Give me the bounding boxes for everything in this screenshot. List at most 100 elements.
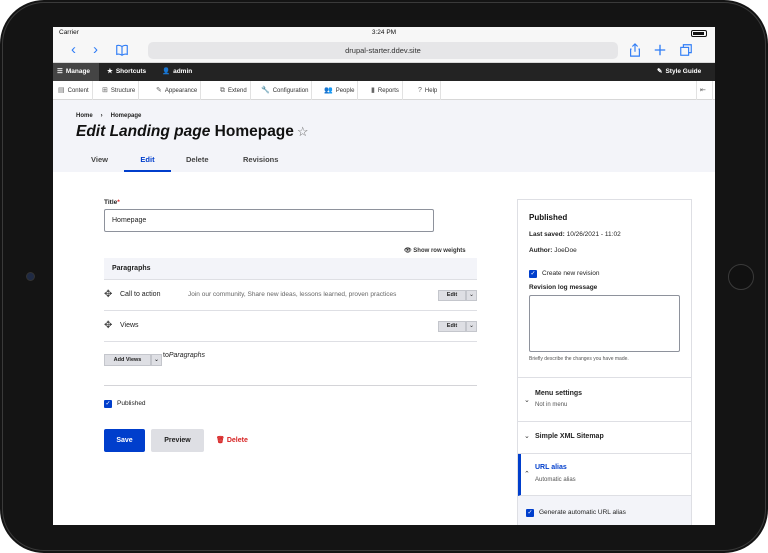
tabs-icon[interactable] bbox=[679, 43, 693, 57]
revision-log-textarea[interactable] bbox=[529, 295, 680, 352]
user-label: admin bbox=[173, 68, 193, 75]
home-button[interactable] bbox=[728, 264, 754, 290]
page-title-name: Homepage bbox=[214, 123, 294, 140]
tab-edit[interactable]: Edit bbox=[124, 154, 171, 172]
url-alias-summary: Automatic alias bbox=[535, 477, 576, 483]
menu-settings-summary: Not in menu bbox=[535, 402, 568, 408]
puzzle-icon: ⧉ bbox=[220, 87, 225, 94]
menu-item-reports[interactable]: ▮ Reports bbox=[368, 81, 403, 100]
published-checkbox[interactable]: ✓ bbox=[104, 400, 112, 408]
author: Author: JoeDoe bbox=[529, 247, 577, 254]
chevron-down-icon: ⌄ bbox=[524, 397, 530, 404]
new-tab-icon[interactable] bbox=[653, 43, 667, 57]
admin-menu-tray: ▤ Content ⊞ Structure ✎ Appearance ⧉ Extend … bbox=[53, 81, 715, 100]
row-weights-label: Show row weights bbox=[413, 248, 466, 254]
menu-item-extend[interactable]: ⧉ Extend bbox=[217, 81, 251, 100]
edit-button[interactable]: Edit bbox=[438, 290, 466, 301]
page-header: Home › Homepage Edit Landing page Homepage… bbox=[53, 100, 715, 172]
title-input[interactable]: Homepage bbox=[104, 209, 434, 232]
author-label: Author: bbox=[529, 247, 553, 254]
xml-sitemap-title: Simple XML Sitemap bbox=[535, 433, 604, 440]
last-saved: Last saved: 10/26/2021 - 11:02 bbox=[529, 231, 621, 238]
chevron-down-icon: ⌄ bbox=[524, 433, 530, 440]
style-guide-button[interactable]: ✎ Style Guide bbox=[653, 63, 701, 81]
structure-icon: ⊞ bbox=[102, 87, 108, 94]
edit-dropdown-toggle[interactable]: ⌄ bbox=[466, 290, 477, 301]
menu-label: Content bbox=[67, 88, 89, 94]
chevron-up-icon: ⌃ bbox=[524, 471, 530, 478]
share-icon[interactable] bbox=[628, 43, 642, 57]
add-dropdown-toggle[interactable]: ⌄ bbox=[151, 354, 162, 366]
help-icon: ? bbox=[418, 87, 422, 94]
generate-alias-label: Generate automatic URL alias bbox=[539, 509, 626, 516]
edit-icon: ✎ bbox=[657, 68, 663, 75]
clock: 3:24 PM bbox=[371, 29, 397, 36]
paragraph-summary: Join our community, Share new ideas, les… bbox=[188, 291, 397, 298]
title-label-text: Title bbox=[104, 199, 118, 206]
preview-button[interactable]: Preview bbox=[151, 429, 204, 452]
wrench-icon: 🔧 bbox=[261, 87, 270, 94]
drag-handle-icon[interactable]: ✥ bbox=[104, 320, 112, 331]
create-revision-label: Create new revision bbox=[542, 270, 600, 277]
manage-button[interactable]: ☰ Manage bbox=[53, 63, 99, 81]
last-saved-label: Last saved: bbox=[529, 231, 565, 238]
edit-dropdown-toggle[interactable]: ⌄ bbox=[466, 321, 477, 332]
author-value: JoeDoe bbox=[554, 247, 577, 254]
delete-button[interactable]: 🗑 Delete bbox=[216, 429, 248, 452]
tab-delete[interactable]: Delete bbox=[186, 154, 209, 172]
style-guide-label: Style Guide bbox=[665, 68, 702, 75]
drag-handle-icon[interactable]: ✥ bbox=[104, 289, 112, 300]
breadcrumb-current[interactable]: Homepage bbox=[111, 113, 142, 119]
back-icon[interactable]: ‹ bbox=[71, 42, 76, 58]
address-bar[interactable]: drupal-starter.ddev.site bbox=[148, 42, 618, 59]
paragraph-row: ✥ Views Edit ⌄ bbox=[104, 311, 477, 342]
menu-label: People bbox=[335, 88, 355, 94]
forward-icon[interactable]: › bbox=[93, 42, 98, 58]
menu-icon: ☰ bbox=[57, 68, 63, 75]
show-row-weights-link[interactable]: 👁 Show row weights bbox=[404, 247, 466, 254]
menu-label: Structure bbox=[110, 88, 136, 94]
create-revision-checkbox[interactable]: ✓ bbox=[529, 270, 537, 278]
url-alias-section[interactable]: ⌃ URL alias Automatic alias bbox=[518, 454, 691, 496]
save-button[interactable]: Save bbox=[104, 429, 145, 452]
menu-item-configuration[interactable]: 🔧 Configuration bbox=[258, 81, 313, 100]
shortcuts-button[interactable]: ★ Shortcuts bbox=[103, 63, 146, 81]
paragraph-name: Views bbox=[120, 322, 139, 329]
admin-toolbar: ☰ Manage ★ Shortcuts 👤 admin ✎ Style Guide bbox=[53, 63, 715, 81]
star-icon[interactable]: ☆ bbox=[297, 124, 309, 139]
status-heading: Published bbox=[529, 213, 568, 222]
menu-item-appearance[interactable]: ✎ Appearance bbox=[153, 81, 202, 100]
menu-label: Appearance bbox=[164, 88, 198, 94]
menu-item-help[interactable]: ? Help bbox=[415, 81, 442, 100]
bookmarks-icon[interactable] bbox=[115, 43, 129, 57]
menu-settings-section[interactable]: ⌄ Menu settings Not in menu bbox=[518, 378, 691, 422]
menu-label: Configuration bbox=[272, 88, 309, 94]
generate-alias-checkbox[interactable]: ✓ bbox=[526, 509, 534, 517]
tab-revisions[interactable]: Revisions bbox=[243, 154, 278, 172]
revision-log-hint: Briefly describe the changes you have ma… bbox=[529, 356, 629, 362]
menu-item-people[interactable]: 👥 People bbox=[321, 81, 359, 100]
menu-label: Help bbox=[424, 88, 438, 94]
paragraph-row: ✥ Call to action Join our community, Sha… bbox=[104, 280, 477, 311]
menu-item-structure[interactable]: ⊞ Structure bbox=[99, 81, 140, 100]
menu-settings-title: Menu settings bbox=[535, 390, 583, 397]
trash-icon: 🗑 bbox=[216, 437, 225, 444]
tray-orientation-toggle[interactable]: ⇤ bbox=[696, 81, 713, 100]
revision-log-label: Revision log message bbox=[529, 284, 598, 291]
tab-view[interactable]: View bbox=[91, 154, 108, 172]
screen: Carrier 3:24 PM ‹ › drupal-starter.ddev.… bbox=[53, 27, 715, 525]
page-title-prefix: Edit Landing page bbox=[76, 123, 211, 140]
add-views-button[interactable]: Add Views bbox=[104, 354, 151, 366]
title-label: Title* bbox=[104, 199, 120, 206]
chart-icon: ▮ bbox=[371, 87, 375, 94]
breadcrumb-home[interactable]: Home bbox=[76, 113, 93, 119]
edit-button[interactable]: Edit bbox=[438, 321, 466, 332]
paragraphs-header: Paragraphs bbox=[104, 258, 477, 280]
user-button[interactable]: 👤 admin bbox=[158, 63, 192, 81]
menu-item-content[interactable]: ▤ Content bbox=[55, 81, 93, 100]
xml-sitemap-section[interactable]: ⌄ Simple XML Sitemap bbox=[518, 422, 691, 454]
people-icon: 👥 bbox=[324, 87, 333, 94]
published-label: Published bbox=[117, 400, 146, 407]
camera-icon bbox=[26, 272, 35, 281]
to-target: Paragraphs bbox=[168, 352, 206, 359]
